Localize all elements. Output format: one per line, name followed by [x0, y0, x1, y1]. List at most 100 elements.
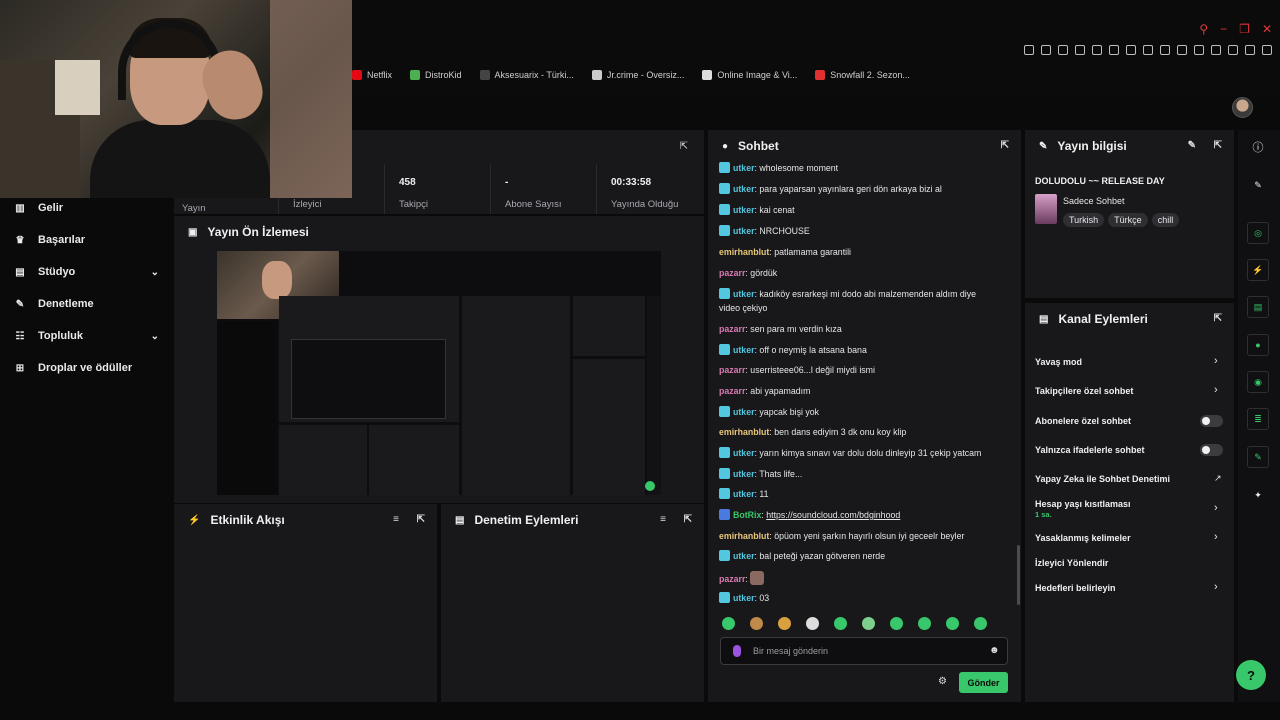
chat-username[interactable]: emirhanblut	[719, 427, 769, 437]
action-banned-words[interactable]: Yasaklanmış kelimeler	[1035, 533, 1131, 543]
action-slow-mode[interactable]: Yavaş mod	[1035, 357, 1082, 367]
extension-icon[interactable]	[1058, 45, 1068, 55]
chat-link[interactable]: https://soundcloud.com/bdginhood	[766, 510, 900, 520]
filter-icon[interactable]: ≡	[660, 514, 666, 525]
document-icon[interactable]: ▤	[1247, 296, 1269, 318]
emote-icon[interactable]	[890, 617, 903, 630]
chat-username[interactable]: pazarr	[719, 324, 745, 334]
chat-username[interactable]: emirhanblut	[719, 531, 769, 541]
pencil-icon[interactable]: ✎	[1247, 174, 1269, 196]
chat-username[interactable]: utker	[733, 593, 755, 603]
chat-username[interactable]: utker	[733, 205, 755, 215]
tag[interactable]: Türkçe	[1108, 213, 1148, 227]
tag[interactable]: Turkish	[1063, 213, 1105, 227]
popout-icon[interactable]: ⇱	[417, 514, 425, 525]
bookmark[interactable]: Online Image & Vi...	[702, 70, 797, 80]
minimize-icon[interactable]: −	[1220, 22, 1227, 36]
bookmark[interactable]: Netflix	[352, 70, 392, 80]
extension-icon[interactable]	[1126, 45, 1136, 55]
chat-username[interactable]: pazarr	[719, 268, 745, 278]
action-account-age[interactable]: Hesap yaşı kısıtlaması	[1035, 499, 1131, 509]
sidebar-item-studyo[interactable]: ▤ Stüdyo ⌄	[14, 266, 159, 278]
list-icon[interactable]: ≣	[1247, 408, 1269, 430]
chat-username[interactable]: utker	[733, 551, 755, 561]
emote-icon[interactable]	[722, 617, 735, 630]
bookmark[interactable]: Jr.crime - Oversiz...	[591, 70, 684, 80]
emote-icon[interactable]	[778, 617, 791, 630]
chat-username[interactable]: utker	[733, 345, 755, 355]
emote-icon[interactable]	[862, 617, 875, 630]
bookmark[interactable]: Snowfall 2. Sezon...	[815, 70, 910, 80]
bookmark[interactable]: Aksesuarix - Türki...	[479, 70, 574, 80]
extension-icon[interactable]	[1075, 45, 1085, 55]
chat-username[interactable]: utker	[733, 489, 755, 499]
popout-icon[interactable]: ⇱	[684, 514, 692, 525]
info-icon[interactable]: ⓘ	[1247, 136, 1269, 158]
extension-icon[interactable]	[1092, 45, 1102, 55]
chevron-right-icon[interactable]: ›	[1214, 384, 1218, 396]
chat-username[interactable]: pazarr	[719, 365, 745, 375]
extension-icon[interactable]	[1194, 45, 1204, 55]
category-label[interactable]: Sadece Sohbet	[1063, 196, 1125, 206]
gear-icon[interactable]: ⚙	[938, 676, 947, 687]
emote-icon[interactable]	[806, 617, 819, 630]
chat-username[interactable]: emirhanblut	[719, 247, 769, 257]
bookmark[interactable]: DistroKid	[410, 70, 462, 80]
wrench-icon[interactable]: ✎	[1247, 446, 1269, 468]
filter-icon[interactable]: ≡	[393, 514, 399, 525]
action-raid[interactable]: İzleyici Yönlendir	[1035, 558, 1108, 568]
avatar[interactable]	[1232, 97, 1253, 118]
popout-icon[interactable]: ⇱	[1001, 140, 1009, 151]
chat-scrollbar[interactable]	[1017, 545, 1020, 605]
emote-icon[interactable]	[750, 617, 763, 630]
chat-input[interactable]	[753, 644, 973, 658]
action-ai-moderation[interactable]: Yapay Zeka ile Sohbet Denetimi	[1035, 474, 1170, 484]
send-button[interactable]: Gönder	[959, 672, 1008, 693]
puzzle-icon[interactable]: ✦	[1247, 484, 1269, 506]
action-goals[interactable]: Hedefleri belirleyin	[1035, 583, 1116, 593]
extension-icon[interactable]	[1177, 45, 1187, 55]
chat-username[interactable]: BotRix	[733, 510, 761, 520]
sidebar-item-droplar[interactable]: ⊞ Droplar ve ödüller	[14, 362, 159, 374]
search-icon[interactable]: ⚲	[1199, 22, 1208, 36]
chat-username[interactable]: pazarr	[719, 386, 745, 396]
category-thumbnail[interactable]	[1035, 194, 1057, 224]
chevron-right-icon[interactable]: ›	[1214, 355, 1218, 367]
subs-only-toggle[interactable]	[1200, 415, 1223, 427]
microphone-icon[interactable]	[733, 645, 741, 657]
action-followers-only[interactable]: Takipçilere özel sohbet	[1035, 386, 1133, 396]
popout-icon[interactable]: ⇱	[1214, 313, 1222, 324]
extension-icon[interactable]	[1143, 45, 1153, 55]
sidebar-item-topluluk[interactable]: ☷ Topluluk ⌄	[14, 330, 159, 342]
restore-icon[interactable]: ❐	[1239, 22, 1250, 36]
extension-icon[interactable]	[1160, 45, 1170, 55]
chat-username[interactable]: utker	[733, 407, 755, 417]
emote-icon[interactable]	[974, 617, 987, 630]
chevron-right-icon[interactable]: ›	[1214, 581, 1218, 593]
broadcast-icon[interactable]: ◉	[1247, 371, 1269, 393]
external-link-icon[interactable]: ↗	[1214, 473, 1222, 484]
extension-icon[interactable]	[1024, 45, 1034, 55]
popout-icon[interactable]: ⇱	[1214, 140, 1222, 151]
sidebar-item-denetleme[interactable]: ✎ Denetleme	[14, 298, 159, 310]
extension-icon[interactable]	[1211, 45, 1221, 55]
pencil-icon[interactable]: ✎	[1188, 140, 1196, 151]
emote-icon[interactable]	[946, 617, 959, 630]
chat-username[interactable]: utker	[733, 184, 755, 194]
chevron-right-icon[interactable]: ›	[1214, 531, 1218, 543]
emote-icon[interactable]	[918, 617, 931, 630]
stream-preview-video[interactable]	[217, 251, 661, 495]
camera-icon[interactable]: ◎	[1247, 222, 1269, 244]
tag[interactable]: chill	[1151, 213, 1180, 227]
extension-icon[interactable]	[1262, 45, 1272, 55]
sidebar-item-gelir[interactable]: ▥ Gelir	[14, 202, 159, 214]
chat-username[interactable]: utker	[733, 469, 755, 479]
bolt-icon[interactable]: ⚡	[1247, 259, 1269, 281]
emote-icon[interactable]	[834, 617, 847, 630]
extension-icon[interactable]	[1245, 45, 1255, 55]
chat-bubble-icon[interactable]: ●	[1247, 334, 1269, 356]
chat-username[interactable]: utker	[733, 163, 755, 173]
chat-username[interactable]: utker	[733, 226, 755, 236]
chevron-right-icon[interactable]: ›	[1214, 502, 1218, 514]
chat-username[interactable]: utker	[733, 448, 755, 458]
